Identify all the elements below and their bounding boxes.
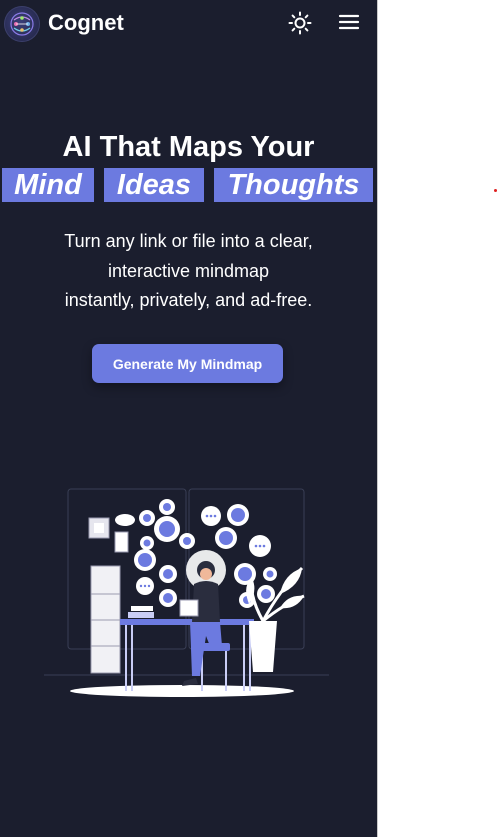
hero-subtitle-line: Turn any link or file into a clear, [64, 231, 313, 251]
hero-subtitle-line: interactive mindmap [107, 260, 270, 281]
stray-dot [494, 189, 497, 192]
highlight-word-mind: Mind [2, 168, 94, 202]
hero-subtitle-line: instantly, privately, and ad-free. [64, 290, 313, 310]
hero-illustration [44, 486, 334, 700]
brand-name[interactable]: Cognet [48, 10, 124, 36]
brain-network-logo-icon[interactable] [4, 6, 40, 42]
highlight-word-ideas: Ideas [104, 168, 204, 202]
panel-divider [377, 0, 378, 837]
hero-highlight-words: Mind Ideas Thoughts [0, 168, 377, 202]
highlight-word-thoughts: Thoughts [214, 168, 373, 202]
sun-icon[interactable] [288, 11, 312, 35]
mobile-app-panel: Cognet AI That Maps Your Mind Ideas Thou… [0, 0, 377, 837]
hero-title: AI That Maps Your [62, 131, 315, 163]
hamburger-menu-icon[interactable] [337, 11, 361, 33]
generate-mindmap-button[interactable]: Generate My Mindmap [92, 344, 283, 383]
hero-subtitle: Turn any link or file into a clear, inte… [0, 227, 377, 316]
